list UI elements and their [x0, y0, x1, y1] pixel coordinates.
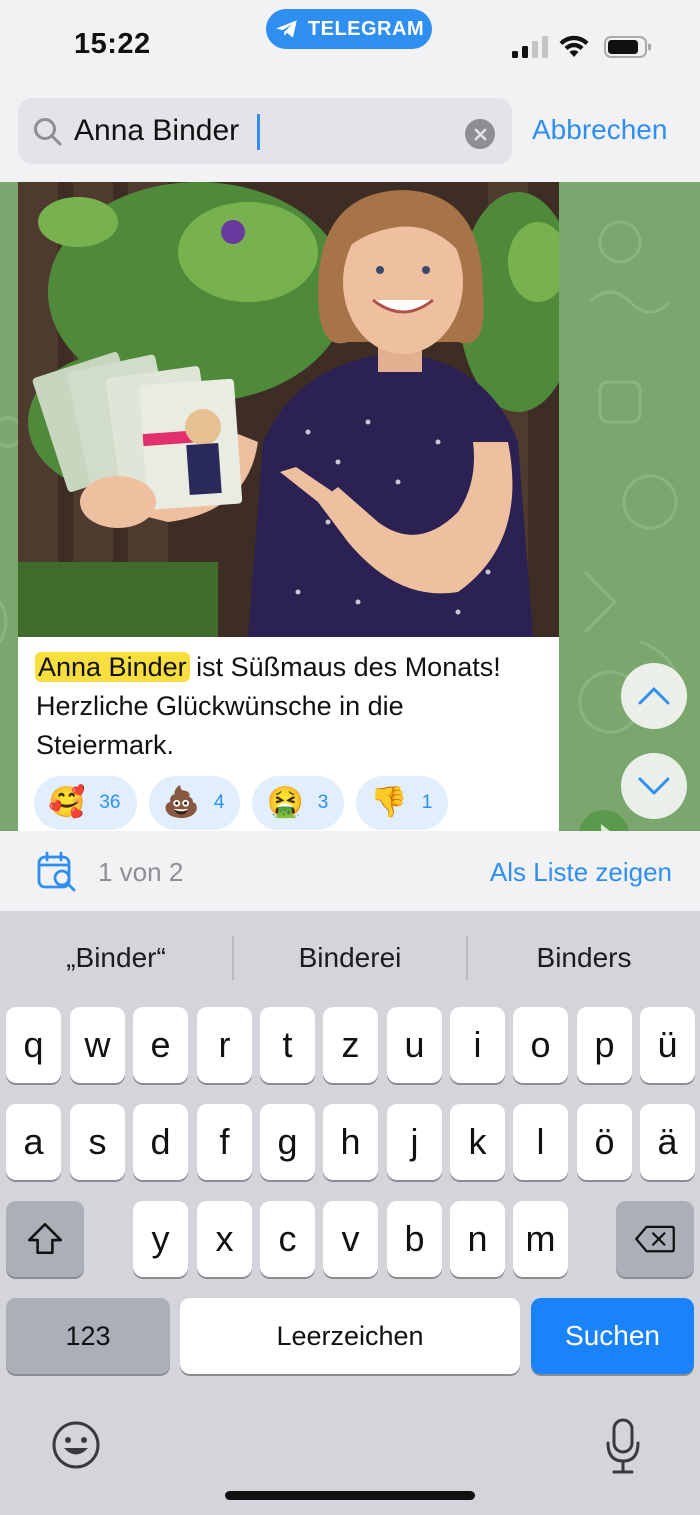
key-p[interactable]: p	[577, 1007, 632, 1083]
thumbs-down-icon: 👎	[370, 786, 408, 819]
suggestion-3[interactable]: Binders	[468, 931, 700, 985]
share-button[interactable]	[579, 810, 629, 831]
poo-icon: 💩	[162, 786, 200, 819]
reaction-count: 3	[317, 792, 329, 813]
shift-icon	[27, 1222, 63, 1254]
chevron-down-icon	[638, 777, 670, 795]
chat-area[interactable]: Anna Binder ist Süßmaus des Monats! Herz…	[0, 182, 700, 831]
search-key[interactable]: Suchen	[531, 1298, 694, 1374]
reaction-count: 1	[421, 792, 433, 813]
calendar-search-icon[interactable]	[36, 851, 78, 893]
share-arrow-icon	[601, 824, 610, 831]
key-r[interactable]: r	[197, 1007, 252, 1083]
key-u[interactable]: u	[387, 1007, 442, 1083]
reaction-count: 4	[213, 792, 225, 813]
suggestion-1[interactable]: „Binder“	[0, 931, 232, 985]
key-c[interactable]: c	[260, 1201, 315, 1277]
home-indicator	[225, 1491, 475, 1500]
key-n[interactable]: n	[450, 1201, 505, 1277]
suggestion-2[interactable]: Binderei	[234, 931, 466, 985]
key-v[interactable]: v	[323, 1201, 378, 1277]
vomiting-face-icon: 🤮	[266, 786, 304, 819]
key-x[interactable]: x	[197, 1201, 252, 1277]
reaction-vomit[interactable]: 🤮 3	[252, 776, 345, 830]
reaction-poo[interactable]: 💩 4	[148, 776, 241, 830]
result-counter: 1 von 2	[98, 857, 184, 887]
key-m[interactable]: m	[513, 1201, 568, 1277]
backspace-icon	[635, 1225, 675, 1253]
key-f[interactable]: f	[197, 1104, 252, 1180]
chevron-up-icon	[638, 687, 670, 705]
keyboard: „Binder“ Binderei Binders q w e r t z u …	[0, 911, 700, 1515]
shift-key[interactable]	[6, 1201, 84, 1277]
key-j[interactable]: j	[387, 1104, 442, 1180]
search-bar: Abbrechen	[0, 92, 700, 182]
search-field[interactable]	[18, 98, 512, 164]
microphone-icon[interactable]	[604, 1417, 642, 1475]
reaction-count: 36	[99, 792, 121, 813]
key-b[interactable]: b	[387, 1201, 442, 1277]
status-bar: 15:22 TELEGRAM	[0, 0, 700, 92]
text-cursor	[257, 114, 260, 150]
signal-icon	[512, 36, 548, 58]
key-s[interactable]: s	[70, 1104, 125, 1180]
app-pill-label: TELEGRAM	[307, 17, 425, 40]
search-icon	[34, 118, 62, 146]
telegram-icon	[276, 20, 297, 38]
key-ue[interactable]: ü	[640, 1007, 695, 1083]
space-key[interactable]: Leerzeichen	[180, 1298, 520, 1374]
key-q[interactable]: q	[6, 1007, 61, 1083]
search-highlight: Anna Binder	[35, 652, 190, 682]
key-ae[interactable]: ä	[640, 1104, 695, 1180]
status-time: 15:22	[74, 28, 151, 60]
smiling-face-with-hearts-icon: 🥰	[48, 786, 86, 819]
clear-search-button[interactable]	[465, 119, 495, 149]
cancel-button[interactable]: Abbrechen	[532, 114, 667, 146]
reaction-thumbs-down[interactable]: 👎 1	[356, 776, 449, 830]
key-l[interactable]: l	[513, 1104, 568, 1180]
key-o[interactable]: o	[513, 1007, 568, 1083]
search-results-bar: 1 von 2 Als Liste zeigen	[0, 831, 700, 911]
key-a[interactable]: a	[6, 1104, 61, 1180]
reactions-row: 🥰 36 💩 4 🤮 3 👎 1	[34, 776, 449, 830]
key-y[interactable]: y	[133, 1201, 188, 1277]
wifi-icon	[559, 35, 589, 57]
telegram-return-pill[interactable]: TELEGRAM	[266, 9, 432, 49]
clear-icon	[474, 128, 486, 140]
battery-icon	[604, 36, 651, 58]
key-e[interactable]: e	[133, 1007, 188, 1083]
message-photo[interactable]	[18, 182, 559, 637]
previous-result-button[interactable]	[621, 663, 687, 729]
key-z[interactable]: z	[323, 1007, 378, 1083]
key-d[interactable]: d	[133, 1104, 188, 1180]
suggestion-bar: „Binder“ Binderei Binders	[0, 931, 700, 985]
key-i[interactable]: i	[450, 1007, 505, 1083]
search-input[interactable]	[74, 108, 454, 154]
show-as-list-button[interactable]: Als Liste zeigen	[490, 857, 672, 888]
next-result-button[interactable]	[621, 753, 687, 819]
key-k[interactable]: k	[450, 1104, 505, 1180]
message-caption: Anna Binder ist Süßmaus des Monats! Herz…	[35, 648, 546, 765]
key-g[interactable]: g	[260, 1104, 315, 1180]
key-w[interactable]: w	[70, 1007, 125, 1083]
numbers-key[interactable]: 123	[6, 1298, 170, 1374]
key-h[interactable]: h	[323, 1104, 378, 1180]
message-bubble[interactable]: Anna Binder ist Süßmaus des Monats! Herz…	[18, 182, 559, 831]
backspace-key[interactable]	[616, 1201, 694, 1277]
reaction-smiling-hearts[interactable]: 🥰 36	[34, 776, 137, 830]
key-oe[interactable]: ö	[577, 1104, 632, 1180]
key-t[interactable]: t	[260, 1007, 315, 1083]
emoji-keyboard-icon[interactable]	[50, 1419, 102, 1471]
